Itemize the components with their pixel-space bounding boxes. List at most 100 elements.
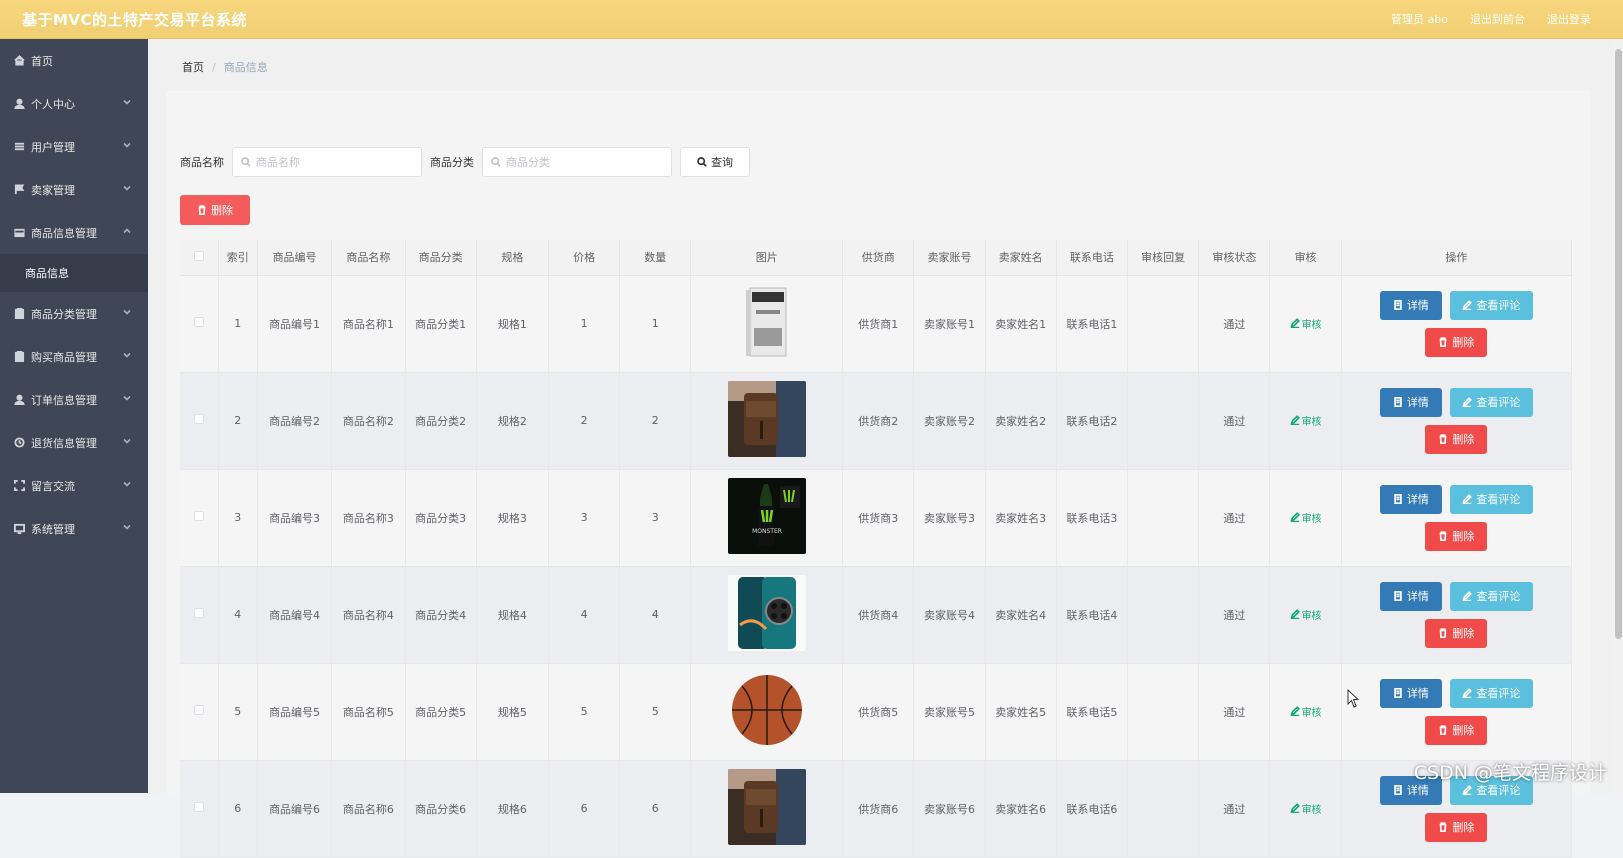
edit-icon: [1462, 785, 1472, 795]
scrollbar-thumb[interactable]: [1615, 49, 1622, 639]
batch-delete-button[interactable]: 删除: [180, 195, 250, 225]
chevron-down-icon: [122, 350, 132, 360]
clipboard-icon: [13, 351, 25, 363]
row-delete-label: 删除: [1452, 334, 1474, 350]
detail-button[interactable]: 详情: [1380, 679, 1442, 708]
row-actions: 详情 查看评论 删除: [1342, 776, 1571, 842]
chevron-down-icon: [122, 183, 132, 193]
row-delete-label: 删除: [1452, 625, 1474, 641]
cell-price: 4: [548, 566, 619, 663]
audit-link[interactable]: 审核: [1290, 801, 1322, 816]
audit-link[interactable]: 审核: [1290, 316, 1322, 331]
column-header: 商品名称: [332, 240, 405, 275]
detail-button[interactable]: 详情: [1380, 388, 1442, 417]
sidebar-subitem[interactable]: 商品信息: [0, 254, 148, 292]
row-checkbox[interactable]: [194, 802, 204, 812]
detail-button[interactable]: 详情: [1380, 485, 1442, 514]
sidebar-item[interactable]: 用户管理: [0, 125, 148, 168]
product-image[interactable]: [728, 284, 806, 360]
row-delete-button[interactable]: 删除: [1425, 522, 1487, 551]
row-delete-button[interactable]: 删除: [1425, 716, 1487, 745]
row-checkbox[interactable]: [194, 608, 204, 618]
row-checkbox[interactable]: [194, 317, 204, 327]
audit-link-label: 审核: [1302, 316, 1322, 331]
product-image[interactable]: [728, 381, 806, 457]
sidebar-item[interactable]: 留言交流: [0, 464, 148, 507]
detail-button[interactable]: 详情: [1380, 291, 1442, 320]
image-cell: [691, 663, 843, 760]
product-image[interactable]: MONSTER: [728, 478, 806, 554]
column-header: 审核回复: [1128, 240, 1199, 275]
cell-name: 商品名称3: [332, 469, 405, 566]
cell-qty: 2: [620, 372, 691, 469]
row-delete-button[interactable]: 删除: [1425, 619, 1487, 648]
column-header: 操作: [1341, 240, 1571, 275]
product-image[interactable]: [728, 575, 806, 651]
sidebar-item-label: 系统管理: [31, 521, 75, 537]
cell-index: 5: [218, 663, 257, 760]
scrollbar[interactable]: [1614, 39, 1623, 793]
cell-seller_account: 卖家账号6: [914, 760, 985, 857]
sidebar-item[interactable]: 订单信息管理: [0, 378, 148, 421]
cell-qty: 5: [620, 663, 691, 760]
row-delete-button[interactable]: 删除: [1425, 328, 1487, 357]
breadcrumb-home[interactable]: 首页: [182, 59, 204, 75]
product-image[interactable]: [728, 672, 806, 748]
view-reviews-button[interactable]: 查看评论: [1450, 485, 1533, 514]
cell-reply: [1128, 469, 1199, 566]
trash-icon: [1438, 337, 1448, 347]
audit-link[interactable]: 审核: [1290, 704, 1322, 719]
view-reviews-button[interactable]: 查看评论: [1450, 291, 1533, 320]
cell-code: 商品编号6: [257, 760, 331, 857]
audit-link[interactable]: 审核: [1290, 607, 1322, 622]
row-actions: 详情 查看评论 删除: [1342, 679, 1571, 745]
audit-link[interactable]: 审核: [1290, 510, 1322, 525]
sidebar-item-label: 个人中心: [31, 96, 75, 112]
sidebar-item[interactable]: 商品信息管理: [0, 211, 148, 254]
name-input-wrap[interactable]: [232, 147, 422, 177]
row-checkbox[interactable]: [194, 705, 204, 715]
chevron-down-icon: [122, 97, 132, 107]
row-checkbox[interactable]: [194, 414, 204, 424]
product-image[interactable]: [728, 769, 806, 845]
audit-cell: 审核: [1270, 566, 1341, 663]
table-row: 6商品编号6商品名称6商品分类6规格666供货商6卖家账号6卖家姓名6联系电话6…: [180, 760, 1572, 857]
select-all-checkbox[interactable]: [194, 251, 204, 261]
detail-button-label: 详情: [1407, 685, 1429, 701]
row-delete-label: 删除: [1452, 431, 1474, 447]
view-reviews-button[interactable]: 查看评论: [1450, 388, 1533, 417]
sidebar-item[interactable]: 系统管理: [0, 507, 148, 550]
cell-spec: 规格2: [476, 372, 548, 469]
sliders-icon: [13, 141, 25, 153]
sidebar-item[interactable]: 购买商品管理: [0, 335, 148, 378]
category-search-input[interactable]: [506, 156, 656, 169]
front-link[interactable]: 退出到前台: [1470, 11, 1525, 27]
category-label: 商品分类: [430, 154, 474, 170]
logout-link[interactable]: 退出登录: [1547, 11, 1591, 27]
cell-category: 商品分类2: [405, 372, 476, 469]
detail-button[interactable]: 详情: [1380, 582, 1442, 611]
view-reviews-button[interactable]: 查看评论: [1450, 679, 1533, 708]
view-reviews-button[interactable]: 查看评论: [1450, 582, 1533, 611]
sidebar-item[interactable]: 卖家管理: [0, 168, 148, 211]
sidebar-item[interactable]: 退货信息管理: [0, 421, 148, 464]
checkbox-cell: [180, 566, 218, 663]
cell-price: 2: [548, 372, 619, 469]
row-delete-button[interactable]: 删除: [1425, 813, 1487, 842]
cell-seller_account: 卖家账号4: [914, 566, 985, 663]
sidebar-item[interactable]: 首页: [0, 39, 148, 82]
query-button[interactable]: 查询: [680, 147, 750, 177]
audit-link[interactable]: 审核: [1290, 413, 1322, 428]
column-header: 卖家账号: [914, 240, 985, 275]
sidebar-item-label: 留言交流: [31, 478, 75, 494]
row-delete-button[interactable]: 删除: [1425, 425, 1487, 454]
sidebar-item[interactable]: 商品分类管理: [0, 292, 148, 335]
clipboard-icon: [13, 308, 25, 320]
name-search-input[interactable]: [256, 156, 406, 169]
cell-seller_name: 卖家姓名4: [985, 566, 1056, 663]
sidebar-item[interactable]: 个人中心: [0, 82, 148, 125]
row-checkbox[interactable]: [194, 511, 204, 521]
cell-code: 商品编号4: [257, 566, 331, 663]
category-input-wrap[interactable]: [482, 147, 672, 177]
document-icon: [1393, 300, 1403, 310]
